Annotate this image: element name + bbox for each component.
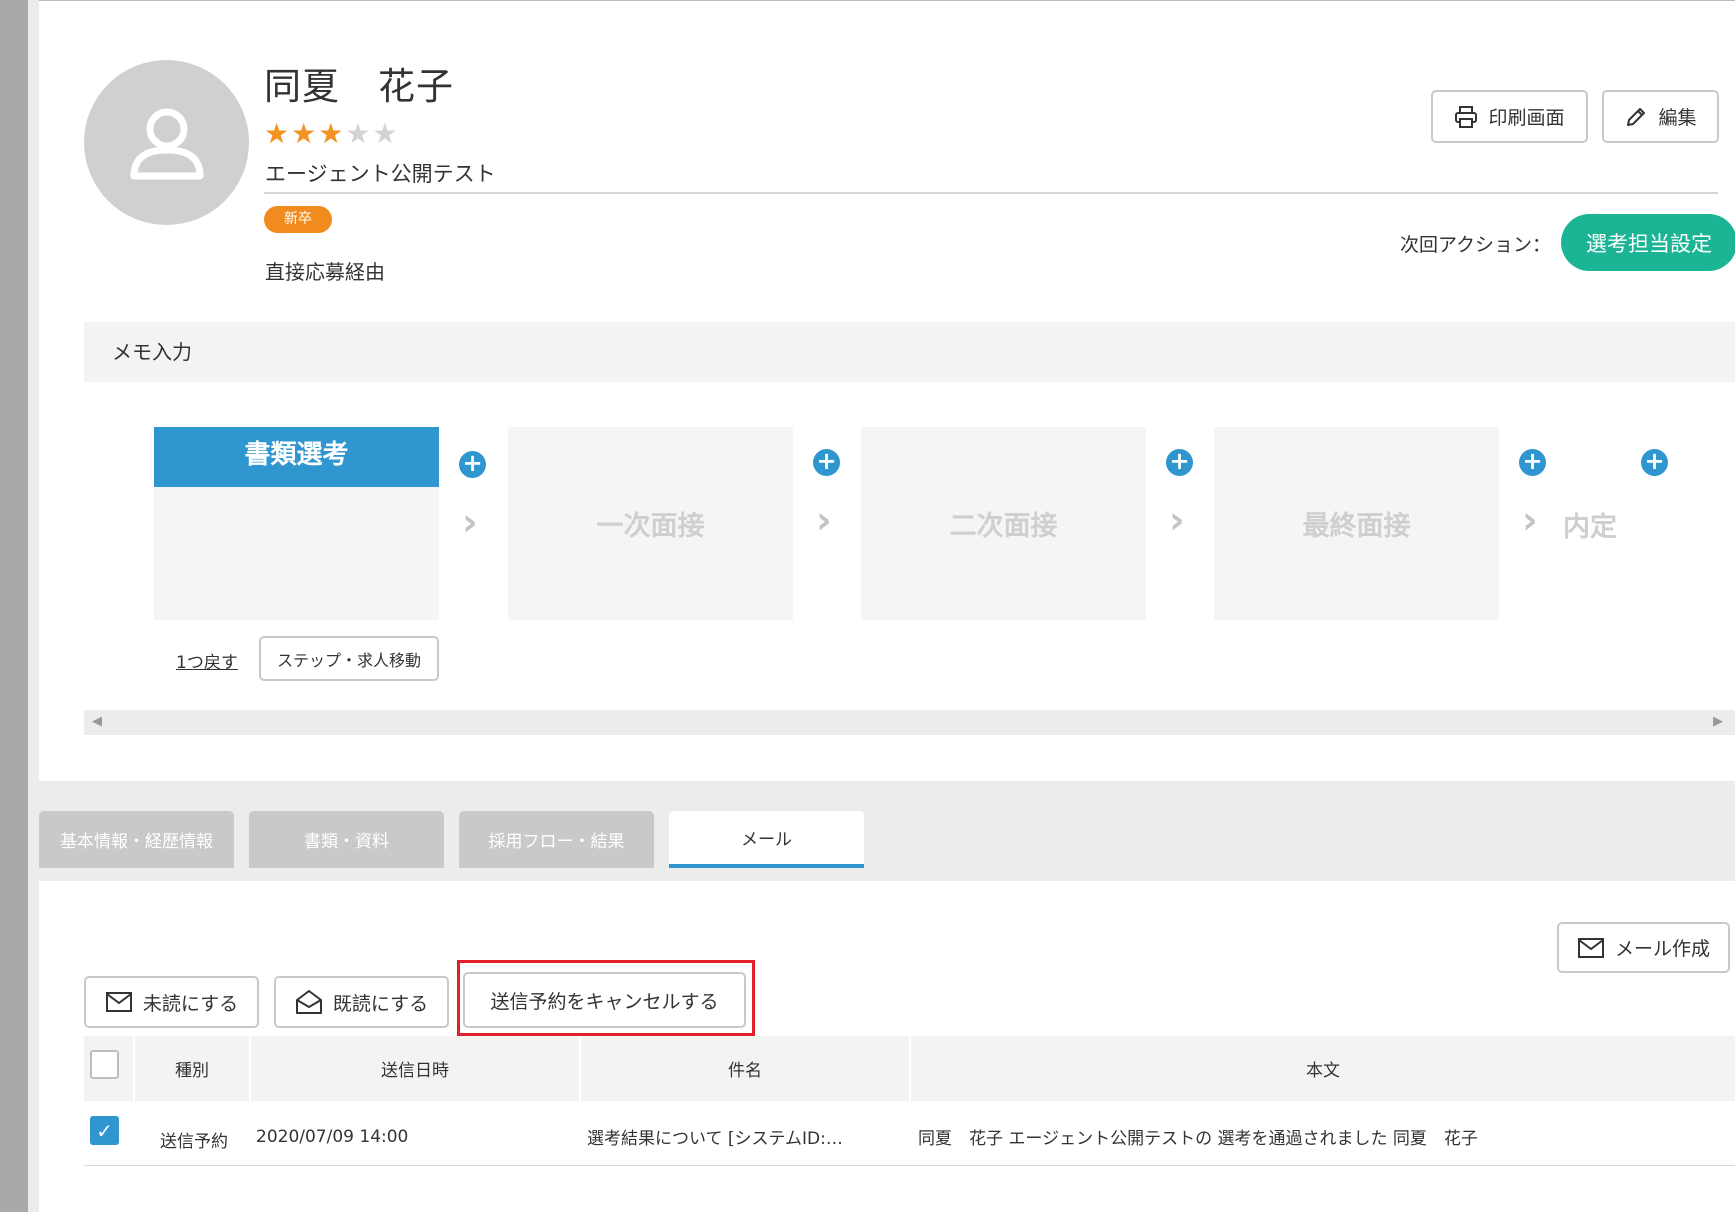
window-edge (0, 0, 28, 1212)
printer-icon (1455, 105, 1478, 128)
rating-stars-filled: ★★★ (264, 117, 346, 150)
stage-document-screening-header[interactable]: 書類選考 (154, 427, 439, 487)
mail-row-body[interactable]: 同夏 花子 エージェント公開テストの 選考を通過されました 同夏 花子 (918, 1124, 1478, 1149)
stage-second-interview-label: 二次面接 (949, 511, 1058, 542)
candidate-company: エージェント公開テスト (265, 162, 496, 186)
tab-mail[interactable]: メール (669, 811, 864, 868)
candidate-name: 同夏 花子 (264, 65, 454, 108)
avatar (84, 60, 249, 225)
mail-row-type: 送信予約 (160, 1132, 228, 1152)
horizontal-scrollbar[interactable] (84, 710, 1735, 735)
column-header-body[interactable]: 本文 (911, 1036, 1735, 1101)
stage-offer[interactable]: 内定 (1563, 505, 1617, 544)
stage-second-interview[interactable]: 二次面接 (861, 427, 1146, 620)
rating-stars-empty: ★★ (345, 117, 400, 150)
print-button[interactable]: 印刷画面 (1431, 90, 1588, 143)
page-gutter (28, 0, 39, 1212)
assign-selector-button[interactable]: 選考担当設定 (1561, 214, 1735, 271)
tab-hiring-flow[interactable]: 採用フロー・結果 (459, 811, 654, 868)
profile-divider (264, 192, 1718, 194)
mail-row-subject[interactable]: 選考結果について [システムID:… (587, 1124, 843, 1149)
pencil-icon (1627, 107, 1646, 126)
stage-final-interview-label: 最終面接 (1302, 511, 1411, 542)
chevron-right-icon: › (1169, 498, 1185, 542)
add-stage-plus-icon[interactable]: + (1641, 449, 1668, 476)
print-button-label: 印刷画面 (1488, 107, 1565, 129)
edit-button-label: 編集 (1658, 107, 1697, 129)
row-divider (84, 1165, 1735, 1166)
next-action-label: 次回アクション： (1400, 234, 1552, 256)
scroll-right-icon[interactable]: ▶ (1713, 714, 1723, 729)
stage-first-interview[interactable]: 一次面接 (508, 427, 793, 620)
user-icon (130, 108, 203, 179)
row-checkbox-checked[interactable]: ✓ (90, 1116, 119, 1145)
tab-documents[interactable]: 書類・資料 (249, 811, 444, 868)
stage-final-interview[interactable]: 最終面接 (1214, 427, 1499, 620)
mail-open-icon (295, 990, 322, 1014)
mail-icon (1577, 937, 1604, 958)
check-icon: ✓ (96, 1118, 113, 1143)
edit-button[interactable]: 編集 (1602, 90, 1719, 143)
chevron-right-icon: › (462, 500, 478, 544)
compose-mail-button[interactable]: メール作成 (1557, 922, 1730, 973)
mark-unread-label: 未読にする (142, 992, 239, 1015)
stage-first-interview-label: 一次面接 (596, 511, 705, 542)
add-stage-plus-icon[interactable]: + (1519, 449, 1546, 476)
chevron-right-icon: › (816, 498, 832, 542)
column-header-subject[interactable]: 件名 (581, 1036, 909, 1101)
scroll-left-icon[interactable]: ◀ (92, 714, 102, 729)
highlight-frame (457, 960, 755, 1036)
add-stage-plus-icon[interactable]: + (813, 449, 840, 476)
back-one-step-link[interactable]: 1つ戻す (176, 648, 238, 673)
column-header-type[interactable]: 種別 (135, 1036, 249, 1101)
mail-closed-icon (105, 992, 132, 1012)
move-step-button[interactable]: ステップ・求人移動 (259, 636, 439, 681)
chevron-right-icon: › (1522, 498, 1538, 542)
top-border (39, 0, 1735, 1)
application-source: 直接応募経由 (265, 260, 385, 284)
mark-unread-button[interactable]: 未読にする (84, 976, 259, 1028)
mail-row-sent-at: 2020/07/09 14:00 (256, 1127, 409, 1147)
compose-mail-label: メール作成 (1614, 938, 1710, 960)
mark-read-button[interactable]: 既読にする (274, 976, 449, 1028)
memo-input[interactable]: メモ入力 (84, 322, 1735, 382)
stage-document-screening-body[interactable] (154, 487, 439, 620)
tab-basic-info[interactable]: 基本情報・経歴情報 (39, 811, 234, 868)
select-all-checkbox[interactable] (90, 1050, 119, 1079)
add-stage-plus-icon[interactable]: + (1166, 449, 1193, 476)
mark-read-label: 既読にする (332, 992, 429, 1015)
status-badge: 新卒 (264, 206, 332, 233)
rating-stars[interactable]: ★★★★★ (264, 117, 400, 150)
add-stage-plus-icon[interactable]: + (459, 451, 486, 478)
column-header-sent-at[interactable]: 送信日時 (251, 1036, 579, 1101)
